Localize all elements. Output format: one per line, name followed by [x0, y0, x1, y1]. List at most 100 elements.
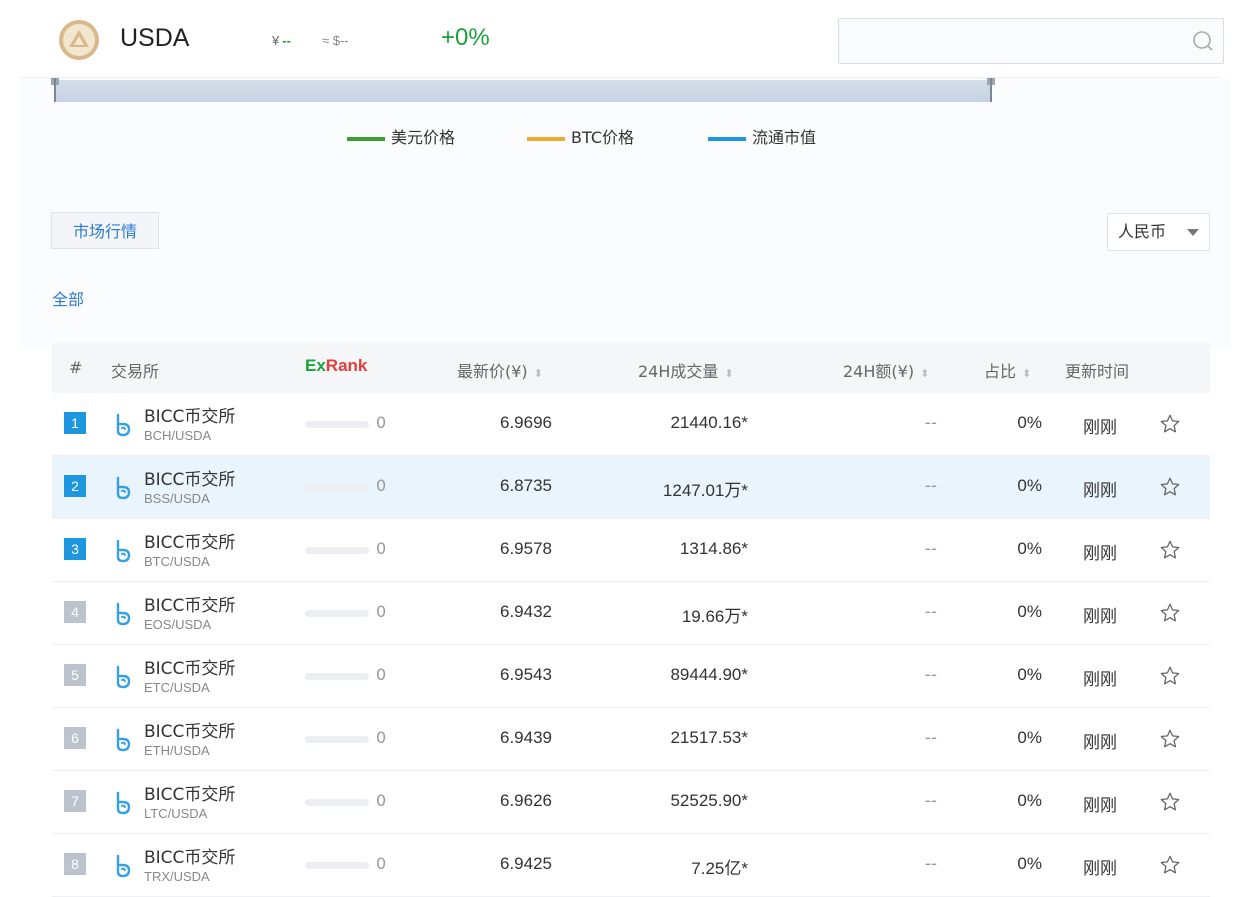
legend-market-cap[interactable]: 流通市值: [708, 124, 816, 148]
tab-market[interactable]: 市场行情: [51, 212, 159, 249]
updated-time: 刚刚: [1083, 733, 1117, 753]
exrank-value: 0: [376, 413, 387, 432]
share-percent: 0%: [1017, 539, 1042, 558]
search-input[interactable]: [838, 18, 1224, 64]
star-icon[interactable]: [1159, 413, 1181, 435]
exrank-bar: [305, 484, 369, 491]
exchange-logo-icon: [116, 539, 131, 563]
exchange-name[interactable]: BICC币交所: [144, 717, 235, 742]
chevron-down-icon: [1187, 229, 1199, 236]
star-icon[interactable]: [1159, 602, 1181, 624]
amount-24h: --: [924, 665, 937, 685]
rank-badge: 8: [64, 853, 86, 875]
table-row[interactable]: 6 BICC币交所 ETH/USDA 0 6.9439 21517.53* -- 0% 刚刚: [52, 708, 1210, 771]
exchange-name[interactable]: BICC币交所: [144, 654, 235, 679]
star-icon[interactable]: [1159, 791, 1181, 813]
exchange-name[interactable]: BICC币交所: [144, 843, 235, 868]
amount-24h: --: [924, 476, 937, 496]
volume-24h: 21517.53*: [670, 728, 748, 747]
col-price[interactable]: 最新价(¥) ⬍: [457, 358, 543, 382]
filter-all[interactable]: 全部: [52, 286, 84, 310]
table-row[interactable]: 8 BICC币交所 TRX/USDA 0 6.9425 7.25亿* -- 0% 刚刚: [52, 834, 1210, 897]
trading-pair: BSS/USDA: [144, 491, 210, 506]
search-icon[interactable]: [1191, 29, 1215, 53]
sort-icon: ⬍: [920, 367, 930, 380]
star-icon[interactable]: [1159, 728, 1181, 750]
latest-price: 6.9432: [500, 602, 552, 621]
exrank-value: 0: [376, 539, 387, 558]
exchange-name[interactable]: BICC币交所: [144, 465, 235, 490]
coin-header: USDA ¥ -- ≈ $-- +0%: [0, 0, 1240, 78]
star-icon[interactable]: [1159, 854, 1181, 876]
currency-select[interactable]: 人民币: [1107, 213, 1210, 251]
legend-btc-price[interactable]: BTC价格: [527, 124, 634, 148]
rank-badge: 6: [64, 727, 86, 749]
slider-handle-left[interactable]: [51, 78, 59, 102]
star-icon[interactable]: [1159, 476, 1181, 498]
col-share[interactable]: 占比 ⬍: [984, 358, 1031, 382]
col-exrank[interactable]: ExRank: [305, 356, 367, 376]
amount-24h: --: [924, 791, 937, 811]
table-row[interactable]: 4 BICC币交所 EOS/USDA 0 6.9432 19.66万* -- 0% 刚刚: [52, 582, 1210, 645]
legend-usd-price[interactable]: 美元价格: [347, 124, 455, 148]
rank-badge: 7: [64, 790, 86, 812]
table-row[interactable]: 5 BICC币交所 ETC/USDA 0 6.9543 89444.90* -- 0% 刚刚: [52, 645, 1210, 708]
exrank-value: 0: [376, 728, 387, 747]
updated-time: 刚刚: [1083, 607, 1117, 627]
table-body: 1 BICC币交所 BCH/USDA 0 6.9696 21440.16* -- 0% 刚刚 2 B…: [52, 393, 1210, 897]
col-exchange: 交易所: [111, 362, 160, 381]
trading-pair: BCH/USDA: [144, 428, 212, 443]
chart-panel: [20, 78, 1230, 348]
latest-price: 6.8735: [500, 476, 552, 495]
star-icon[interactable]: [1159, 665, 1181, 687]
updated-time: 刚刚: [1083, 481, 1117, 501]
exrank-value: 0: [376, 602, 387, 621]
amount-24h: --: [924, 602, 937, 622]
table-row[interactable]: 3 BICC币交所 BTC/USDA 0 6.9578 1314.86* -- 0% 刚刚: [52, 519, 1210, 582]
volume-24h: 19.66万*: [681, 607, 748, 626]
updated-time: 刚刚: [1083, 859, 1117, 879]
amount-24h: --: [924, 854, 937, 874]
exchange-logo-icon: [116, 854, 131, 878]
trading-pair: EOS/USDA: [144, 617, 212, 632]
legend-swatch: [527, 136, 565, 141]
exchange-name[interactable]: BICC币交所: [144, 528, 235, 553]
volume-24h: 21440.16*: [670, 413, 748, 432]
coin-name: USDA: [120, 24, 190, 52]
chart-range-slider[interactable]: [55, 80, 990, 102]
amount-24h: --: [924, 539, 937, 559]
exchange-name[interactable]: BICC币交所: [144, 591, 235, 616]
exrank-bar: [305, 421, 369, 428]
exchange-logo-icon: [116, 728, 131, 752]
table-row[interactable]: 2 BICC币交所 BSS/USDA 0 6.8735 1247.01万* -- 0% 刚刚: [52, 456, 1210, 519]
volume-24h: 89444.90*: [670, 665, 748, 684]
latest-price: 6.9696: [500, 413, 552, 432]
share-percent: 0%: [1017, 791, 1042, 810]
rank-badge: 5: [64, 664, 86, 686]
col-amount[interactable]: 24H额(¥) ⬍: [843, 358, 929, 382]
exchange-logo-icon: [116, 602, 131, 626]
col-volume[interactable]: 24H成交量 ⬍: [638, 358, 734, 382]
trading-pair: ETH/USDA: [144, 743, 210, 758]
table-row[interactable]: 7 BICC币交所 LTC/USDA 0 6.9626 52525.90* -- 0% 刚刚: [52, 771, 1210, 834]
amount-24h: --: [924, 413, 937, 433]
exchange-name[interactable]: BICC币交所: [144, 402, 235, 427]
exrank-bar: [305, 736, 369, 743]
table-row[interactable]: 1 BICC币交所 BCH/USDA 0 6.9696 21440.16* -- 0% 刚刚: [52, 393, 1210, 456]
trading-pair: LTC/USDA: [144, 806, 208, 821]
trading-pair: BTC/USDA: [144, 554, 210, 569]
updated-time: 刚刚: [1083, 670, 1117, 690]
exchange-name[interactable]: BICC币交所: [144, 780, 235, 805]
exrank-bar: [305, 673, 369, 680]
latest-price: 6.9425: [500, 854, 552, 873]
table-header: # 交易所 ExRank 最新价(¥) ⬍ 24H成交量 ⬍ 24H额(¥) ⬍ 占比…: [52, 343, 1210, 393]
slider-handle-right[interactable]: [987, 78, 995, 102]
currency-selected: 人民币: [1118, 222, 1167, 241]
exrank-value: 0: [376, 854, 387, 873]
exrank-value: 0: [376, 665, 387, 684]
star-icon[interactable]: [1159, 539, 1181, 561]
trading-pair: ETC/USDA: [144, 680, 210, 695]
share-percent: 0%: [1017, 413, 1042, 432]
latest-price: 6.9626: [500, 791, 552, 810]
cny-symbol: ¥: [272, 33, 280, 48]
